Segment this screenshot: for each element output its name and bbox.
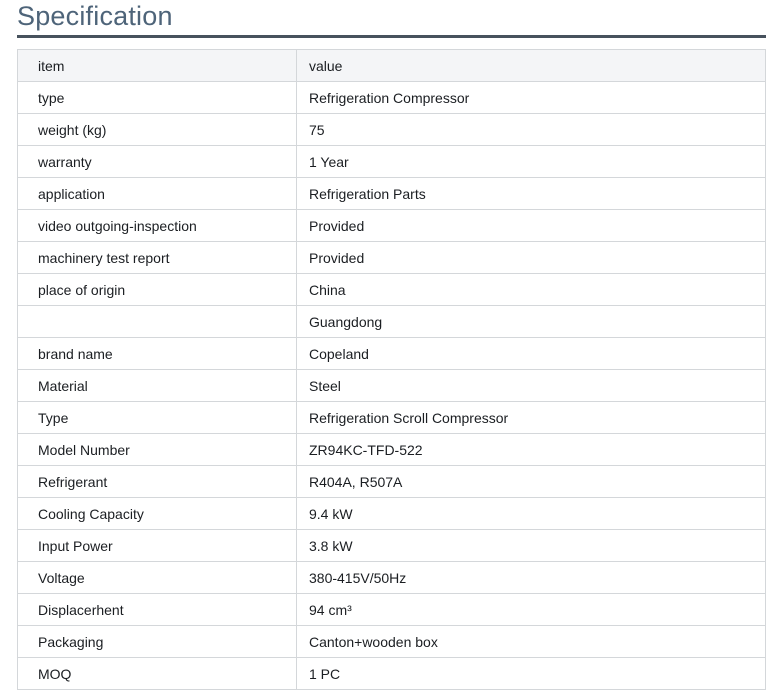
item-cell: Displacerhent — [17, 593, 297, 626]
value-cell: China — [296, 273, 766, 306]
item-cell: Packaging — [17, 625, 297, 658]
item-cell: warranty — [17, 145, 297, 178]
table-row: video outgoing-inspection Provided — [17, 209, 766, 242]
item-cell: Refrigerant — [17, 465, 297, 498]
item-cell: type — [17, 81, 297, 114]
value-cell: Copeland — [296, 337, 766, 370]
table-row: weight (kg) 75 — [17, 113, 766, 146]
table-header-row: item value — [17, 49, 766, 82]
table-row: MOQ 1 PC — [17, 657, 766, 690]
item-cell: MOQ — [17, 657, 297, 690]
table-row: Displacerhent 94 cm³ — [17, 593, 766, 626]
item-cell: video outgoing-inspection — [17, 209, 297, 242]
value-cell: Guangdong — [296, 305, 766, 338]
table-row: machinery test report Provided — [17, 241, 766, 274]
item-cell: Model Number — [17, 433, 297, 466]
value-cell: Steel — [296, 369, 766, 402]
table-row: Material Steel — [17, 369, 766, 402]
value-cell: 380-415V/50Hz — [296, 561, 766, 594]
item-cell: place of origin — [17, 273, 297, 306]
table-row: Packaging Canton+wooden box — [17, 625, 766, 658]
value-cell: Refrigeration Parts — [296, 177, 766, 210]
table-row: type Refrigeration Compressor — [17, 81, 766, 114]
table-row: Refrigerant R404A, R507A — [17, 465, 766, 498]
value-cell: Provided — [296, 209, 766, 242]
value-cell: Refrigeration Compressor — [296, 81, 766, 114]
value-cell: 1 PC — [296, 657, 766, 690]
value-cell: 3.8 kW — [296, 529, 766, 562]
item-cell: Voltage — [17, 561, 297, 594]
item-cell: Input Power — [17, 529, 297, 562]
table-row: Model Number ZR94KC-TFD-522 — [17, 433, 766, 466]
value-cell: 75 — [296, 113, 766, 146]
item-cell: application — [17, 177, 297, 210]
table-row: Guangdong — [17, 305, 766, 338]
table-row: place of origin China — [17, 273, 766, 306]
item-cell — [17, 305, 297, 338]
item-cell: machinery test report — [17, 241, 297, 274]
value-cell: ZR94KC-TFD-522 — [296, 433, 766, 466]
item-cell: Type — [17, 401, 297, 434]
page-container: Specification item value type Refrigerat… — [0, 0, 783, 690]
value-cell: Canton+wooden box — [296, 625, 766, 658]
table-row: application Refrigeration Parts — [17, 177, 766, 210]
header-value-cell: value — [296, 49, 766, 82]
page-title: Specification — [17, 1, 173, 31]
table-row: Type Refrigeration Scroll Compressor — [17, 401, 766, 434]
table-body: type Refrigeration Compressor weight (kg… — [17, 81, 766, 690]
item-cell: Cooling Capacity — [17, 497, 297, 530]
title-underline-rule — [17, 35, 766, 38]
table-row: Voltage 380-415V/50Hz — [17, 561, 766, 594]
value-cell: 1 Year — [296, 145, 766, 178]
table-row: Input Power 3.8 kW — [17, 529, 766, 562]
value-cell: R404A, R507A — [296, 465, 766, 498]
value-cell: Provided — [296, 241, 766, 274]
value-cell: 9.4 kW — [296, 497, 766, 530]
item-cell: weight (kg) — [17, 113, 297, 146]
specification-table: item value type Refrigeration Compressor… — [17, 49, 766, 690]
item-cell: Material — [17, 369, 297, 402]
header-item-cell: item — [17, 49, 297, 82]
value-cell: Refrigeration Scroll Compressor — [296, 401, 766, 434]
item-cell: brand name — [17, 337, 297, 370]
table-row: Cooling Capacity 9.4 kW — [17, 497, 766, 530]
table-row: warranty 1 Year — [17, 145, 766, 178]
value-cell: 94 cm³ — [296, 593, 766, 626]
table-row: brand name Copeland — [17, 337, 766, 370]
